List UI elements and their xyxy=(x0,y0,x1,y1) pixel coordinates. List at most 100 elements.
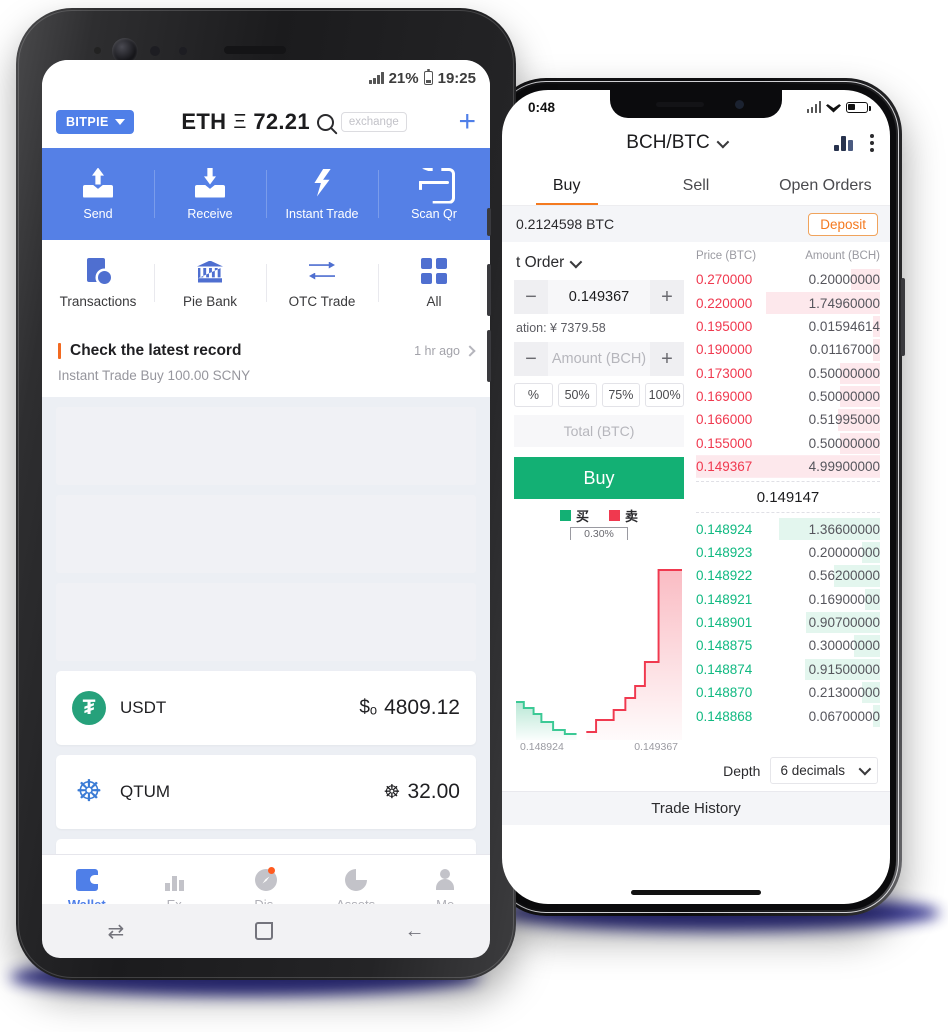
order-price: 0.166000 xyxy=(696,412,753,428)
decimals-dropdown[interactable]: 6 decimals xyxy=(770,757,878,784)
record-time: 1 hr ago xyxy=(414,344,460,358)
iphone-mute-switch[interactable] xyxy=(487,208,491,236)
order-book-row[interactable]: 0.148924 1.36600000 xyxy=(696,517,880,540)
price-increment-button[interactable]: + xyxy=(650,280,684,314)
order-book-row[interactable]: 0.148870 0.21300000 xyxy=(696,681,880,704)
kebab-menu-icon[interactable] xyxy=(870,131,874,155)
order-amount: 0.91500000 xyxy=(808,661,880,677)
placeholder-card xyxy=(56,495,476,573)
order-book-row[interactable]: 0.220000 1.74960000 xyxy=(696,291,880,314)
order-price: 0.148922 xyxy=(696,568,753,584)
order-book-row[interactable]: 0.155000 0.50000000 xyxy=(696,432,880,455)
latest-record-card[interactable]: Check the latest record 1 hr ago Instant… xyxy=(42,326,490,397)
coin-symbol: $ₒ xyxy=(359,697,378,718)
legend-buy-swatch xyxy=(559,510,571,521)
iphone-volume-down-button[interactable] xyxy=(487,330,491,382)
trading-pair-selector[interactable]: BCH/BTC xyxy=(518,132,834,154)
home-indicator[interactable] xyxy=(631,890,761,895)
cellular-signal-icon xyxy=(806,101,821,113)
tab-buy[interactable]: Buy xyxy=(502,166,631,205)
depth-chart: 买 卖 0.30% 0.148924 0.149367 xyxy=(514,499,684,753)
order-price: 0.220000 xyxy=(696,295,753,311)
amount-increment-button[interactable]: + xyxy=(650,342,684,376)
col-price: Price (BTC) xyxy=(696,250,757,262)
order-book-row[interactable]: 0.148922 0.56200000 xyxy=(696,564,880,587)
wallet-selector[interactable]: BITPIE xyxy=(56,110,134,134)
record-title-row: Check the latest record 1 hr ago xyxy=(58,342,476,360)
usdt-logo: ₮ xyxy=(72,691,106,725)
exchange-search-input[interactable]: exchange xyxy=(340,112,407,132)
android-sensor-bar xyxy=(42,16,490,64)
action-transactions[interactable]: Transactions xyxy=(42,240,154,326)
percent-25-button[interactable]: % xyxy=(514,383,553,407)
battery-percent: 21% xyxy=(388,69,419,87)
order-amount: 0.30000000 xyxy=(808,638,880,654)
legend-buy: 买 xyxy=(559,506,589,525)
iphone-app-header: BCH/BTC xyxy=(502,120,890,166)
order-book-row[interactable]: 0.190000 0.01167000 xyxy=(696,338,880,361)
ticker-name: ETH xyxy=(181,109,227,134)
order-price: 0.148875 xyxy=(696,638,753,654)
deposit-button[interactable]: Deposit xyxy=(808,212,878,236)
bolt-icon xyxy=(307,168,337,198)
list-item[interactable]: ☸ QTUM ☸ 32.00 xyxy=(56,755,476,829)
ticker-price: 72.21 xyxy=(253,109,310,134)
quick-actions: Send Receive Instant Trade Scan Qr xyxy=(42,148,490,240)
accent-bar xyxy=(58,343,61,359)
tab-sell[interactable]: Sell xyxy=(631,166,760,205)
light-sensor xyxy=(179,47,187,55)
amount-input[interactable]: Amount (BCH) xyxy=(548,342,650,376)
order-book-row[interactable]: 0.149367 4.99900000 xyxy=(696,455,880,479)
bar-chart-icon[interactable] xyxy=(834,135,854,151)
wallet-header: BITPIE ETH Ξ 72.21 exchange + xyxy=(42,96,490,148)
depth-sell-area xyxy=(586,570,682,740)
order-book-row[interactable]: 0.148923 0.20000000 xyxy=(696,541,880,564)
iphone-volume-up-button[interactable] xyxy=(487,264,491,316)
order-type-selector[interactable]: t Order xyxy=(514,250,684,280)
order-book-row[interactable]: 0.148921 0.16900000 xyxy=(696,588,880,611)
price-input[interactable]: 0.149367 xyxy=(548,280,650,314)
order-book-row[interactable]: 0.173000 0.50000000 xyxy=(696,362,880,385)
order-book-row[interactable]: 0.270000 0.20000000 xyxy=(696,268,880,291)
order-price: 0.155000 xyxy=(696,435,753,451)
percent-75-button[interactable]: 75% xyxy=(601,383,641,407)
action-scan-qr[interactable]: Scan Qr xyxy=(378,148,490,240)
order-book-row[interactable]: 0.169000 0.50000000 xyxy=(696,385,880,408)
submit-buy-button[interactable]: Buy xyxy=(514,457,684,499)
order-book-row[interactable]: 0.148875 0.30000000 xyxy=(696,634,880,657)
action-all[interactable]: All xyxy=(378,240,490,326)
order-book-row[interactable]: 0.148868 0.06700000 xyxy=(696,704,880,727)
price-decrement-button[interactable]: − xyxy=(514,280,548,314)
order-book-row[interactable]: 0.148901 0.90700000 xyxy=(696,611,880,634)
action-otc-trade[interactable]: OTC Trade xyxy=(266,240,378,326)
iphone-notch xyxy=(610,90,782,118)
action-receive[interactable]: Receive xyxy=(154,148,266,240)
recents-icon[interactable]: ⇄ xyxy=(108,919,125,944)
order-book-row[interactable]: 0.195000 0.01594614 xyxy=(696,315,880,338)
action-instant-trade[interactable]: Instant Trade xyxy=(266,148,378,240)
iphone-power-button[interactable] xyxy=(901,278,905,356)
total-input[interactable]: Total (BTC) xyxy=(514,415,684,447)
percent-100-button[interactable]: 100% xyxy=(645,383,684,407)
order-book-row[interactable]: 0.166000 0.51995000 xyxy=(696,408,880,431)
search-icon[interactable] xyxy=(316,113,334,131)
order-book-row[interactable]: 0.148874 0.91500000 xyxy=(696,658,880,681)
home-icon[interactable] xyxy=(255,922,274,940)
action-pie-bank[interactable]: Pie Bank xyxy=(154,240,266,326)
action-send[interactable]: Send xyxy=(42,148,154,240)
list-item[interactable]: ₮ USDT $ₒ 4809.12 xyxy=(56,671,476,745)
iris-sensor xyxy=(150,46,160,56)
tab-open-orders[interactable]: Open Orders xyxy=(761,166,890,205)
back-icon[interactable]: ← xyxy=(404,920,424,943)
order-amount: 0.56200000 xyxy=(808,568,880,584)
trade-history-button[interactable]: Trade History xyxy=(502,791,890,825)
spread-annotation: 0.30% xyxy=(570,527,628,540)
balance-bar: 0.2124598 BTC Deposit xyxy=(502,206,890,242)
amount-decrement-button[interactable]: − xyxy=(514,342,548,376)
chevron-down-icon xyxy=(716,135,729,148)
coin-amount: 32.00 xyxy=(407,780,460,803)
percent-50-button[interactable]: 50% xyxy=(557,383,597,407)
status-indicators xyxy=(806,101,871,113)
add-button[interactable]: + xyxy=(458,107,476,137)
